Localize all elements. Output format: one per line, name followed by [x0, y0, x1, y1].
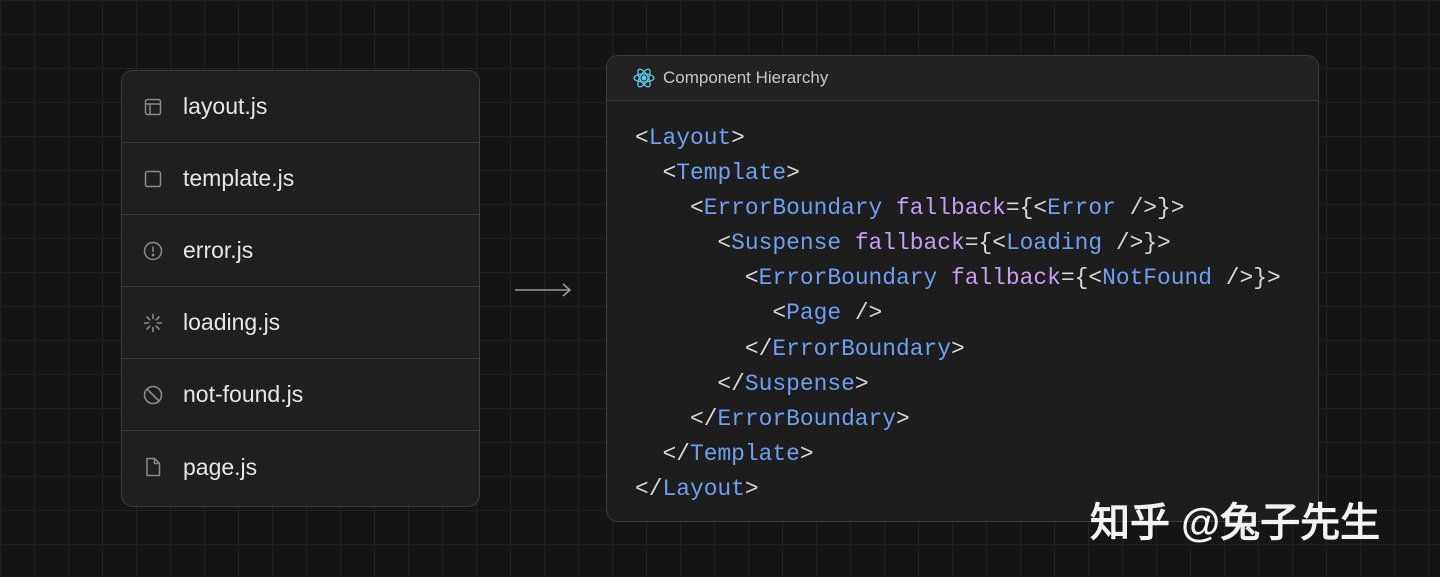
code-close: >	[786, 160, 800, 187]
code-line: <ErrorBoundary fallback={<Error />}>	[635, 191, 1281, 226]
code-tag: Layout	[648, 125, 732, 151]
code-tag: ErrorBoundary	[717, 405, 897, 432]
component-hierarchy-panel: Component Hierarchy <Layout> <Template> …	[606, 55, 1319, 522]
code-attr: fallback	[882, 195, 1006, 222]
code-close: >	[854, 370, 869, 397]
code-open: <	[717, 230, 732, 257]
code-open: </	[689, 405, 718, 432]
code-tag: Template	[689, 440, 800, 467]
code-line: </Suspense>	[635, 367, 1281, 402]
alert-circle-icon	[143, 241, 163, 261]
code-fb: Error	[1047, 195, 1116, 222]
code-open: <	[744, 265, 759, 292]
code-tag: ErrorBoundary	[758, 265, 938, 292]
file-item-error[interactable]: error.js	[122, 215, 479, 287]
code-open: <	[772, 300, 787, 327]
file-name: loading.js	[183, 309, 281, 335]
file-item-loading[interactable]: loading.js	[122, 287, 479, 359]
code-line: <ErrorBoundary fallback={<NotFound />}>	[635, 261, 1281, 296]
code-close: >	[731, 125, 745, 151]
square-icon	[143, 169, 163, 189]
ban-icon	[143, 385, 163, 405]
code-mid: ={<	[964, 230, 1006, 257]
code-line: </ErrorBoundary>	[635, 332, 1281, 367]
code-mid: ={<	[1060, 265, 1103, 292]
file-item-template[interactable]: template.js	[122, 143, 479, 215]
arrow-right-icon	[514, 280, 574, 305]
file-name: error.js	[183, 237, 254, 263]
panel-header: Component Hierarchy	[607, 56, 1318, 101]
code-fb: NotFound	[1102, 265, 1212, 292]
code-line: </ErrorBoundary>	[635, 402, 1281, 437]
code-tag: Page	[786, 300, 842, 327]
code-close: />	[841, 300, 883, 327]
spinner-icon	[143, 313, 163, 333]
code-open: <	[662, 160, 677, 187]
panel-title: Component Hierarchy	[663, 68, 829, 87]
code-tag: Suspense	[731, 230, 842, 257]
code-line: <Page />	[635, 296, 1281, 331]
file-name: not-found.js	[183, 381, 304, 407]
code-block: <Layout> <Template> <ErrorBoundary fallb…	[635, 121, 1281, 507]
code-close: />}>	[1115, 195, 1185, 222]
file-name: page.js	[183, 453, 258, 480]
file-item-layout[interactable]: layout.js	[122, 71, 479, 143]
code-fb: Loading	[1005, 230, 1103, 257]
code-open: </	[744, 335, 773, 362]
file-list: layout.js template.js error.js loading.j…	[121, 70, 480, 507]
code-attr: fallback	[937, 265, 1061, 292]
code-tag: ErrorBoundary	[772, 335, 951, 362]
code-line: <Layout>	[635, 121, 1281, 156]
code-tag: ErrorBoundary	[703, 195, 883, 222]
code-open: <	[689, 195, 704, 222]
file-icon	[143, 457, 163, 477]
file-item-page[interactable]: page.js	[122, 431, 479, 503]
code-open: </	[717, 370, 745, 397]
code-open: <	[635, 125, 649, 151]
code-open: </	[635, 475, 663, 502]
code-close: >	[950, 335, 965, 362]
watermark: 知乎 @兔子先生	[1090, 501, 1381, 545]
file-item-not-found[interactable]: not-found.js	[122, 359, 479, 431]
code-close: >	[896, 405, 910, 432]
code-tag: Layout	[662, 475, 745, 502]
file-name: layout.js	[183, 93, 268, 119]
code-line: <Suspense fallback={<Loading />}>	[635, 226, 1281, 261]
code-close: >	[744, 475, 759, 502]
file-name: template.js	[183, 165, 295, 191]
code-line: <Template>	[635, 156, 1281, 191]
code-close: >	[799, 440, 814, 467]
code-close: />}>	[1102, 230, 1171, 257]
code-tag: Template	[676, 160, 787, 187]
code-attr: fallback	[841, 230, 965, 257]
react-icon	[633, 67, 655, 89]
code-close: />}>	[1212, 265, 1281, 292]
code-open: </	[662, 440, 690, 467]
code-line: </Template>	[635, 437, 1281, 472]
code-mid: ={<	[1005, 195, 1048, 222]
layout-icon	[143, 97, 163, 117]
code-tag: Suspense	[744, 370, 855, 397]
